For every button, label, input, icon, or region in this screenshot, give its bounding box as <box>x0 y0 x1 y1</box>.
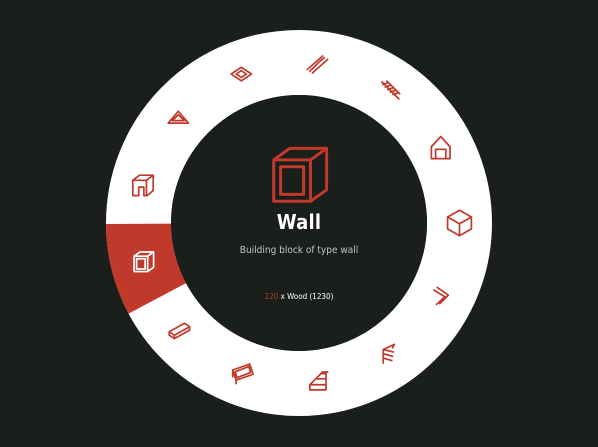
selected-item-title: Wall <box>276 210 322 234</box>
selected-item-cost: 120 x Wood (1230) <box>0 292 598 301</box>
selected-item-description: Building block of type wall <box>239 245 359 256</box>
cost-quantity: 120 <box>264 292 279 301</box>
cost-resource: x Wood (1230) <box>278 292 334 301</box>
build-menu: Wall Building block of type wall 120 x W… <box>0 0 598 447</box>
